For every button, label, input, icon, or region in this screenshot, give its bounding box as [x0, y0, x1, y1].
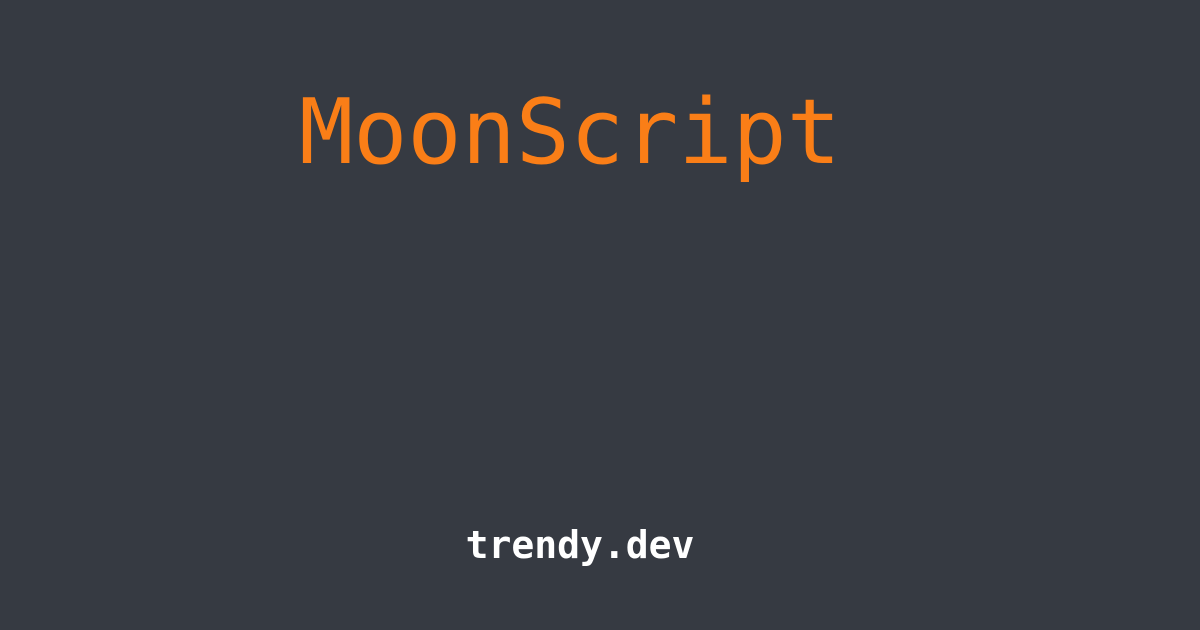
page-title: MoonScript	[299, 80, 841, 185]
site-name: trendy.dev	[465, 523, 695, 567]
